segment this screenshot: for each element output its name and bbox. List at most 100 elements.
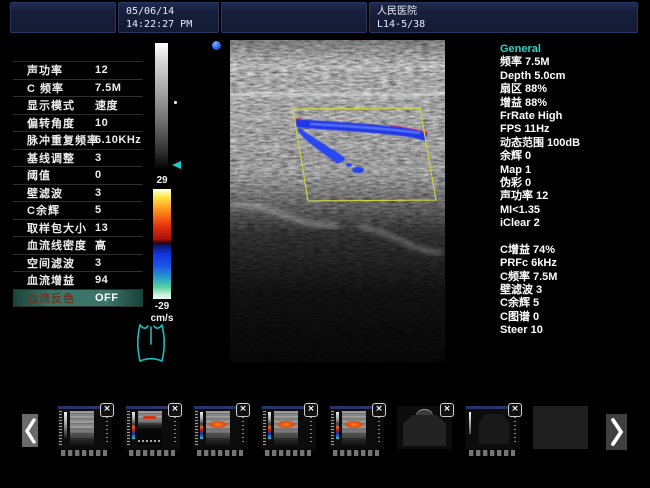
info-line: 扇区 88% — [500, 83, 648, 96]
mini-bright-column — [469, 412, 471, 434]
mini-doppler-blob — [345, 421, 363, 428]
parameter-row[interactable]: C 频率 7.5M — [13, 79, 143, 97]
parameter-row[interactable]: 阈值0 — [13, 166, 143, 184]
parameter-row[interactable]: 显示模式速度 — [13, 96, 143, 114]
probe-model: L14-5/38 — [377, 18, 630, 31]
parameter-value: 10 — [95, 117, 108, 129]
parameter-row[interactable]: 空间滤波3 — [13, 254, 143, 272]
prev-thumbnails-button[interactable] — [22, 414, 38, 447]
parameter-value: 6.10KHz — [95, 134, 141, 146]
mini-doppler-blob — [277, 421, 295, 428]
thumbnail[interactable]: × — [193, 406, 248, 449]
thumbnail-strip: × × × × × × × — [0, 400, 650, 488]
thumbnail-close-button[interactable]: × — [508, 403, 522, 417]
thumbnail-caption — [61, 450, 107, 456]
date-text: 05/06/14 — [126, 5, 211, 18]
thumbnail[interactable]: × — [329, 406, 384, 449]
parameter-row[interactable]: 脉冲重复频率6.10KHz — [13, 131, 143, 149]
info-line: C余辉 5 — [500, 297, 648, 310]
mini-text-column — [378, 413, 380, 442]
mini-colorbar — [336, 412, 339, 439]
info-line: FrRate High — [500, 110, 648, 123]
thumbnail-close-button[interactable]: × — [168, 403, 182, 417]
parameter-value: 5 — [95, 204, 102, 216]
info-line: 频率 7.5M — [500, 56, 648, 69]
mini-text-column — [174, 413, 176, 442]
parameter-value: 3 — [95, 257, 102, 269]
probe-neck-shape — [416, 409, 433, 416]
velocity-min-label: -29 — [145, 301, 179, 312]
parameter-value: 3 — [95, 152, 102, 164]
mini-image — [342, 411, 366, 445]
thumbnail-close-button[interactable]: × — [440, 403, 454, 417]
thumbnail[interactable]: × — [125, 406, 180, 449]
mini-image — [274, 411, 298, 445]
parameter-row[interactable]: C余辉5 — [13, 201, 143, 219]
info-section: General频率 7.5MDepth 5.0cm扇区 88%增益 88%FrR… — [500, 43, 648, 231]
mini-text-column — [242, 413, 244, 442]
parameter-row[interactable]: 壁滤波3 — [13, 184, 143, 202]
parameter-label: 血流反色 — [27, 290, 75, 306]
hospital-name: 人民医院 — [377, 5, 630, 18]
mini-baseline — [138, 440, 162, 442]
thumbnail[interactable]: × — [397, 406, 452, 449]
thumbnail-close-button[interactable]: × — [100, 403, 114, 417]
info-line: C图谱 0 — [500, 311, 648, 324]
mini-spectrum-area — [138, 429, 162, 445]
parameter-row[interactable]: 血流增益94 — [13, 271, 143, 289]
thumbnail-close-button[interactable]: × — [304, 403, 318, 417]
parameter-label: 阈值 — [27, 167, 51, 183]
info-line: 增益 88% — [500, 97, 648, 110]
ultrasound-system-screen: 05/06/14 14:22:27 PM 人民医院 L14-5/38 声功率12… — [0, 0, 650, 488]
dark-body-shape — [479, 414, 509, 444]
parameter-value: 7.5M — [95, 82, 121, 94]
parameter-row[interactable]: 血流反色OFF — [13, 289, 143, 307]
parameter-value: 高 — [95, 237, 107, 253]
mini-image — [70, 411, 94, 445]
probe-body-shape — [403, 415, 446, 446]
mini-image — [138, 411, 162, 428]
mini-colorbar — [200, 412, 203, 439]
parameter-label: 显示模式 — [27, 97, 75, 113]
mini-colorbar — [132, 412, 135, 439]
thumbnail[interactable]: × — [465, 406, 520, 449]
next-thumbnails-button[interactable] — [606, 414, 627, 450]
grayscale-bar — [155, 43, 168, 170]
parameter-label: 取样包大小 — [27, 220, 87, 236]
patient-info-panel — [221, 2, 367, 33]
parameter-label: 声功率 — [27, 62, 63, 78]
parameter-row[interactable]: 基线调整3 — [13, 149, 143, 167]
parameter-row[interactable]: 声功率12 — [13, 61, 143, 79]
parameter-label: C 频率 — [27, 80, 64, 96]
thumbnail[interactable]: × — [261, 406, 316, 449]
info-line: PRFc 6kHz — [500, 257, 648, 270]
body-marker-icon — [132, 320, 170, 366]
thumbnail[interactable]: × — [57, 406, 112, 449]
chevron-right-icon — [610, 417, 624, 447]
info-line: Map 1 — [500, 164, 648, 177]
info-line: C频率 7.5M — [500, 271, 648, 284]
mini-text-column — [106, 413, 108, 442]
mini-image — [206, 411, 230, 445]
mini-text-column — [263, 411, 266, 446]
parameter-row[interactable]: 取样包大小13 — [13, 219, 143, 237]
ultrasound-image[interactable] — [230, 40, 445, 362]
parameter-label: 血流增益 — [27, 272, 75, 288]
thumbnail-close-button[interactable]: × — [236, 403, 250, 417]
info-line: Steer 10 — [500, 324, 648, 337]
focus-marker — [174, 101, 177, 104]
thumbnail[interactable] — [533, 406, 588, 449]
mini-doppler-blob — [209, 421, 227, 428]
parameter-row[interactable]: 血流线密度高 — [13, 236, 143, 254]
thumbnail-caption — [265, 450, 311, 456]
mini-text-column — [331, 411, 334, 446]
mini-colorbar — [268, 412, 271, 439]
info-line: 动态范围 100dB — [500, 137, 648, 150]
thumbnail-close-button[interactable]: × — [372, 403, 386, 417]
parameter-row[interactable]: 偏转角度10 — [13, 114, 143, 132]
parameter-label: 脉冲重复频率 — [27, 132, 99, 148]
hospital-panel: 人民医院 L14-5/38 — [369, 2, 638, 33]
right-info-panel: General频率 7.5MDepth 5.0cm扇区 88%增益 88%FrR… — [500, 43, 648, 338]
mini-text-column — [310, 413, 312, 442]
info-line: Depth 5.0cm — [500, 70, 648, 83]
